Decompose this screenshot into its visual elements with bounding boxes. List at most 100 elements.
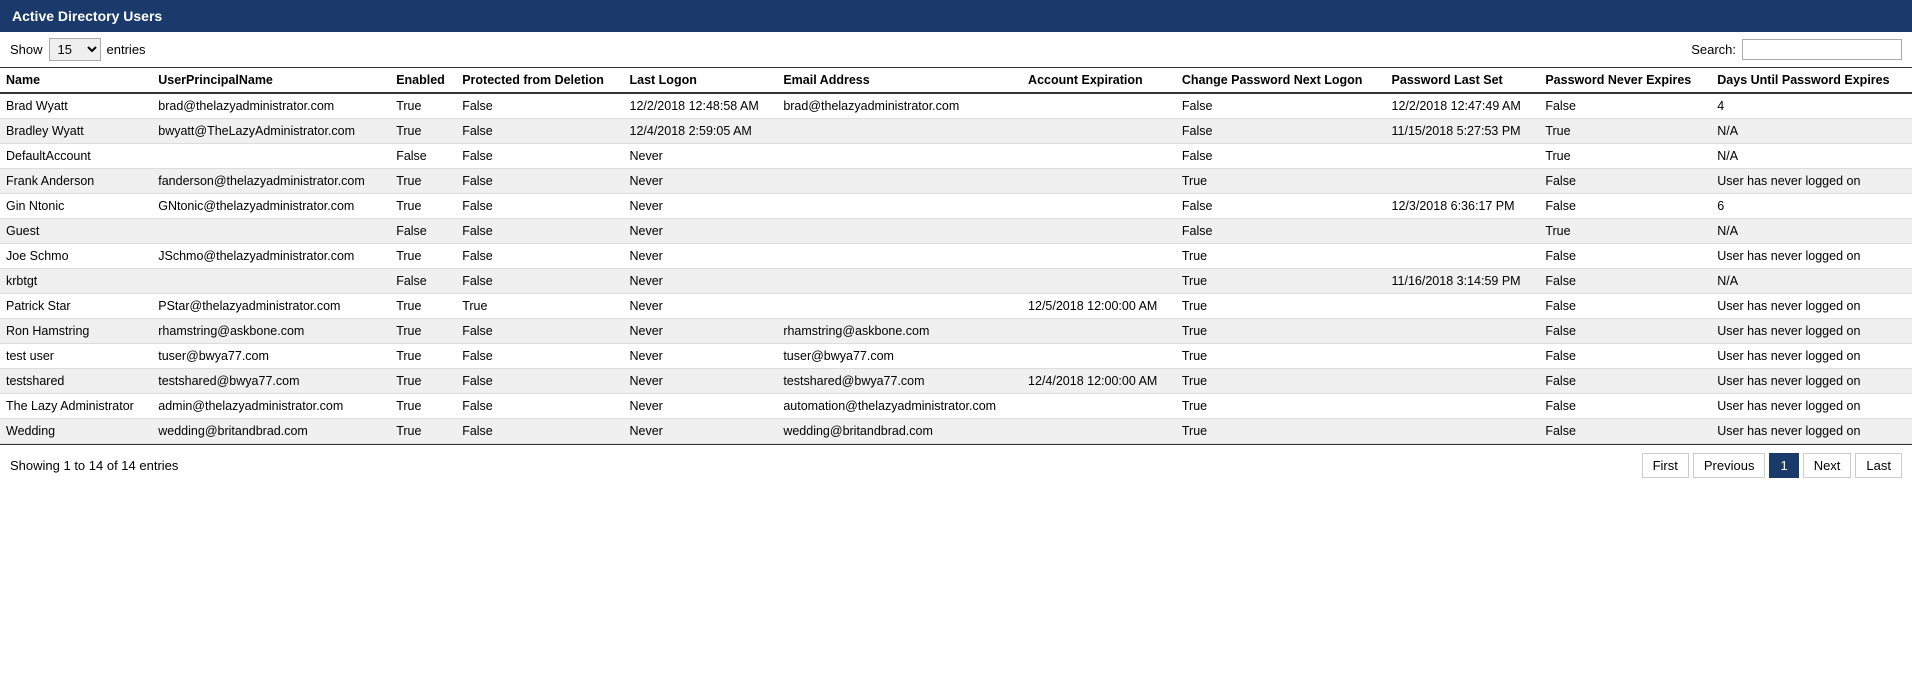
page-1-button[interactable]: 1 bbox=[1769, 453, 1798, 478]
table-cell: True bbox=[1539, 144, 1711, 169]
table-cell: Patrick Star bbox=[0, 294, 152, 319]
col-header-enabled: Enabled bbox=[390, 68, 456, 94]
table-cell: User has never logged on bbox=[1711, 294, 1912, 319]
table-cell bbox=[1386, 369, 1540, 394]
table-cell: Ron Hamstring bbox=[0, 319, 152, 344]
table-cell bbox=[152, 219, 390, 244]
col-header-account-expiration: Account Expiration bbox=[1022, 68, 1176, 94]
col-header-last-logon: Last Logon bbox=[624, 68, 778, 94]
table-cell: False bbox=[390, 219, 456, 244]
first-button[interactable]: First bbox=[1642, 453, 1689, 478]
table-cell: True bbox=[390, 194, 456, 219]
table-cell: N/A bbox=[1711, 269, 1912, 294]
table-cell bbox=[1022, 219, 1176, 244]
col-header-password-never-expires: Password Never Expires bbox=[1539, 68, 1711, 94]
previous-button[interactable]: Previous bbox=[1693, 453, 1766, 478]
table-cell bbox=[777, 119, 1022, 144]
table-row: Frank Andersonfanderson@thelazyadministr… bbox=[0, 169, 1912, 194]
table-cell bbox=[777, 244, 1022, 269]
table-cell: testshared@bwya77.com bbox=[777, 369, 1022, 394]
table-cell bbox=[777, 144, 1022, 169]
search-input[interactable] bbox=[1742, 39, 1902, 60]
table-row: GuestFalseFalseNeverFalseTrueN/A bbox=[0, 219, 1912, 244]
table-cell: brad@thelazyadministrator.com bbox=[152, 93, 390, 119]
table-cell: True bbox=[390, 369, 456, 394]
table-cell: Never bbox=[624, 344, 778, 369]
table-cell: PStar@thelazyadministrator.com bbox=[152, 294, 390, 319]
table-cell: False bbox=[456, 369, 623, 394]
table-cell: 12/2/2018 12:47:49 AM bbox=[1386, 93, 1540, 119]
table-cell: Never bbox=[624, 319, 778, 344]
table-cell: False bbox=[456, 219, 623, 244]
table-cell: False bbox=[456, 394, 623, 419]
table-cell bbox=[1022, 269, 1176, 294]
table-header: NameUserPrincipalNameEnabledProtected fr… bbox=[0, 68, 1912, 94]
toolbar: Show 10152550100 entries Search: bbox=[0, 32, 1912, 67]
table-cell: False bbox=[456, 194, 623, 219]
table-cell bbox=[1386, 344, 1540, 369]
table-cell: N/A bbox=[1711, 219, 1912, 244]
table-row: test usertuser@bwya77.comTrueFalseNevert… bbox=[0, 344, 1912, 369]
col-header-name: Name bbox=[0, 68, 152, 94]
table-cell: 12/4/2018 2:59:05 AM bbox=[624, 119, 778, 144]
col-header-email-address: Email Address bbox=[777, 68, 1022, 94]
table-cell: User has never logged on bbox=[1711, 319, 1912, 344]
table-cell: True bbox=[390, 319, 456, 344]
table-cell: False bbox=[1539, 344, 1711, 369]
table-cell: False bbox=[1176, 144, 1386, 169]
table-cell: False bbox=[1539, 319, 1711, 344]
col-header-change-password-next-logon: Change Password Next Logon bbox=[1176, 68, 1386, 94]
table-cell bbox=[1022, 194, 1176, 219]
table-cell: True bbox=[390, 419, 456, 444]
table-cell: False bbox=[1176, 93, 1386, 119]
table-cell bbox=[1022, 119, 1176, 144]
table-cell bbox=[777, 219, 1022, 244]
users-table: NameUserPrincipalNameEnabledProtected fr… bbox=[0, 67, 1912, 444]
showing-text: Showing 1 to 14 of 14 entries bbox=[10, 458, 178, 473]
table-cell: Never bbox=[624, 269, 778, 294]
table-cell: False bbox=[1539, 269, 1711, 294]
table-cell: tuser@bwya77.com bbox=[777, 344, 1022, 369]
last-button[interactable]: Last bbox=[1855, 453, 1902, 478]
table-row: Brad Wyattbrad@thelazyadministrator.comT… bbox=[0, 93, 1912, 119]
table-cell: True bbox=[456, 294, 623, 319]
table-cell bbox=[1386, 169, 1540, 194]
table-cell: True bbox=[1539, 119, 1711, 144]
table-cell: fanderson@thelazyadministrator.com bbox=[152, 169, 390, 194]
table-cell: True bbox=[1176, 294, 1386, 319]
table-cell: The Lazy Administrator bbox=[0, 394, 152, 419]
table-cell: True bbox=[1539, 219, 1711, 244]
show-select[interactable]: 10152550100 bbox=[49, 38, 101, 61]
table-cell: User has never logged on bbox=[1711, 419, 1912, 444]
table-cell: True bbox=[1176, 369, 1386, 394]
table-cell: 12/5/2018 12:00:00 AM bbox=[1022, 294, 1176, 319]
table-cell: True bbox=[1176, 319, 1386, 344]
table-cell: True bbox=[390, 93, 456, 119]
table-cell: False bbox=[390, 269, 456, 294]
table-cell: brad@thelazyadministrator.com bbox=[777, 93, 1022, 119]
table-cell bbox=[777, 269, 1022, 294]
col-header-protected-from-deletion: Protected from Deletion bbox=[456, 68, 623, 94]
show-label: Show bbox=[10, 42, 43, 57]
table-cell: True bbox=[390, 119, 456, 144]
toolbar-left: Show 10152550100 entries bbox=[10, 38, 146, 61]
table-cell: Wedding bbox=[0, 419, 152, 444]
next-button[interactable]: Next bbox=[1803, 453, 1852, 478]
table-cell: Joe Schmo bbox=[0, 244, 152, 269]
table-cell: False bbox=[456, 144, 623, 169]
table-cell: N/A bbox=[1711, 144, 1912, 169]
table-cell: Gin Ntonic bbox=[0, 194, 152, 219]
table-cell bbox=[1022, 344, 1176, 369]
table-cell: User has never logged on bbox=[1711, 369, 1912, 394]
table-cell bbox=[1386, 319, 1540, 344]
table-cell: User has never logged on bbox=[1711, 244, 1912, 269]
table-cell: False bbox=[1539, 369, 1711, 394]
table-cell: Never bbox=[624, 369, 778, 394]
table-cell: False bbox=[1539, 93, 1711, 119]
table-cell: User has never logged on bbox=[1711, 344, 1912, 369]
table-cell bbox=[152, 269, 390, 294]
table-cell: JSchmo@thelazyadministrator.com bbox=[152, 244, 390, 269]
table-cell: tuser@bwya77.com bbox=[152, 344, 390, 369]
table-cell bbox=[1386, 419, 1540, 444]
table-cell bbox=[1022, 144, 1176, 169]
